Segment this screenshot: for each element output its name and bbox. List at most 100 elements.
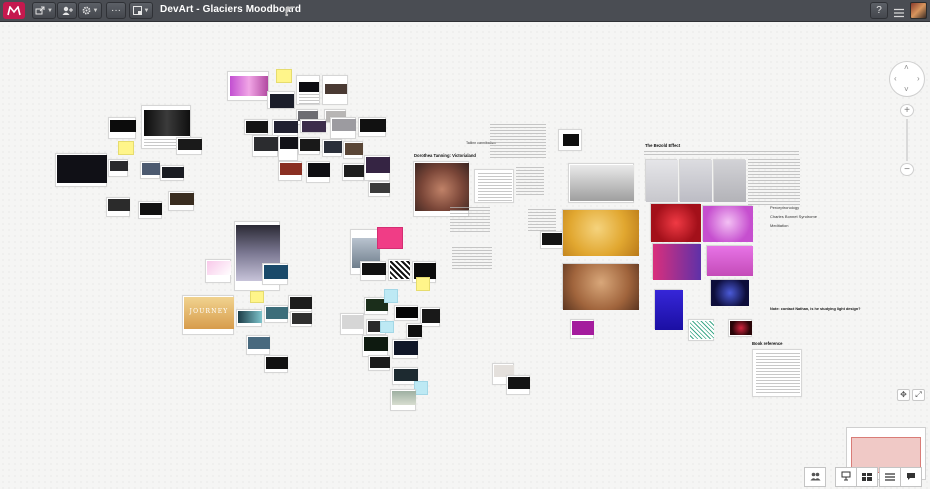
- image-card[interactable]: [205, 259, 231, 283]
- image-card[interactable]: [298, 137, 320, 155]
- image-card[interactable]: [420, 307, 440, 327]
- image-card[interactable]: [568, 163, 634, 203]
- hamburger-menu-icon[interactable]: [893, 5, 905, 23]
- more-options-button[interactable]: ···: [106, 2, 126, 19]
- image-card[interactable]: [322, 75, 348, 105]
- image-card[interactable]: [264, 355, 288, 373]
- share-button[interactable]: ▼: [32, 2, 56, 19]
- image-card[interactable]: [296, 75, 320, 105]
- sticky-note[interactable]: [377, 227, 403, 249]
- image-card[interactable]: [322, 139, 342, 157]
- collaborators-button[interactable]: [804, 467, 826, 487]
- journey-card[interactable]: JOURNEY: [182, 295, 234, 335]
- image-card[interactable]: [300, 119, 326, 133]
- expand-icon[interactable]: ⤢: [912, 389, 925, 401]
- image-card[interactable]: [390, 389, 416, 411]
- image-card[interactable]: [394, 305, 418, 321]
- image-card[interactable]: [340, 313, 364, 335]
- image-card[interactable]: [267, 91, 295, 109]
- image-card[interactable]: [392, 339, 418, 359]
- sticky-note[interactable]: [380, 321, 394, 333]
- presentation-button[interactable]: [835, 467, 857, 487]
- image-card[interactable]: [364, 155, 390, 181]
- image-card[interactable]: [562, 263, 639, 310]
- pan-down-button[interactable]: ˅: [904, 86, 909, 94]
- image-card[interactable]: [688, 319, 714, 341]
- grid-view-button[interactable]: [856, 467, 878, 487]
- image-card[interactable]: [168, 191, 194, 211]
- image-card[interactable]: [278, 161, 302, 181]
- image-card[interactable]: [540, 231, 564, 249]
- image-card[interactable]: [570, 319, 594, 339]
- book-reference-card[interactable]: [752, 349, 802, 397]
- image-card[interactable]: [728, 319, 752, 337]
- image-card[interactable]: [343, 141, 363, 159]
- image-card[interactable]: [330, 117, 356, 139]
- image-card[interactable]: [108, 117, 136, 139]
- frame-button[interactable]: ▼: [129, 2, 153, 19]
- zoom-slider[interactable]: [906, 119, 908, 161]
- image-card[interactable]: [140, 161, 160, 179]
- image-card[interactable]: [645, 159, 678, 202]
- image-card[interactable]: [246, 335, 270, 355]
- image-card[interactable]: [108, 159, 128, 177]
- sticky-note[interactable]: [276, 69, 292, 83]
- image-card[interactable]: [358, 117, 386, 137]
- add-user-button[interactable]: [57, 2, 77, 19]
- image-card[interactable]: [106, 197, 130, 217]
- image-card[interactable]: [360, 261, 386, 281]
- fit-board-icon[interactable]: ✥: [897, 389, 910, 401]
- image-card[interactable]: [652, 243, 701, 280]
- image-card[interactable]: [562, 209, 639, 256]
- comments-button[interactable]: [900, 467, 922, 487]
- list-view-button[interactable]: [879, 467, 901, 487]
- image-card[interactable]: [244, 119, 268, 135]
- image-card[interactable]: [278, 135, 298, 161]
- image-card[interactable]: [252, 135, 278, 157]
- image-card[interactable]: [388, 259, 410, 281]
- image-card[interactable]: [227, 71, 269, 101]
- image-card[interactable]: [306, 161, 330, 183]
- image-card[interactable]: [654, 289, 683, 330]
- image-card[interactable]: [176, 137, 202, 155]
- zoom-out-button[interactable]: −: [900, 163, 914, 176]
- image-card[interactable]: [710, 279, 749, 306]
- image-card[interactable]: [679, 159, 712, 202]
- image-card[interactable]: [650, 203, 701, 242]
- avatar[interactable]: [910, 2, 927, 19]
- pan-left-button[interactable]: ‹: [894, 75, 897, 83]
- pan-right-button[interactable]: ›: [917, 75, 920, 83]
- help-icon: ?: [876, 5, 882, 16]
- image-card[interactable]: [558, 129, 582, 151]
- sticky-note[interactable]: [416, 277, 430, 291]
- image-card[interactable]: [368, 355, 390, 371]
- image-card[interactable]: [702, 205, 753, 242]
- image-card[interactable]: [138, 201, 162, 219]
- help-button[interactable]: ?: [870, 2, 888, 19]
- pan-up-button[interactable]: ˄: [904, 64, 909, 72]
- navigation-pad[interactable]: ˄ ˅ ‹ ›: [889, 61, 925, 97]
- zoom-in-button[interactable]: +: [900, 104, 914, 117]
- image-card[interactable]: [706, 245, 753, 276]
- text-card[interactable]: [474, 169, 514, 203]
- image-card[interactable]: [290, 311, 312, 327]
- board-canvas[interactable]: JOURNEY Dorothea Tanning: Victorialand T…: [0, 23, 930, 489]
- sticky-note[interactable]: [384, 289, 398, 303]
- image-card[interactable]: [406, 323, 422, 339]
- sticky-note[interactable]: [250, 291, 264, 303]
- settings-button[interactable]: ▼: [78, 2, 102, 19]
- board-title[interactable]: DevArt - Glaciers Moodboard: [160, 4, 301, 15]
- image-card[interactable]: [262, 263, 288, 285]
- image-card[interactable]: [342, 163, 364, 181]
- milanote-logo-icon[interactable]: [3, 2, 25, 19]
- image-card[interactable]: [236, 309, 262, 327]
- image-card[interactable]: [160, 165, 184, 181]
- sticky-note[interactable]: [414, 381, 428, 395]
- image-card[interactable]: [362, 335, 388, 357]
- image-card[interactable]: [264, 305, 288, 323]
- image-card[interactable]: [368, 181, 390, 197]
- image-card[interactable]: [55, 153, 107, 187]
- image-card[interactable]: [506, 375, 530, 395]
- sticky-note[interactable]: [118, 141, 134, 155]
- image-card[interactable]: [713, 159, 746, 202]
